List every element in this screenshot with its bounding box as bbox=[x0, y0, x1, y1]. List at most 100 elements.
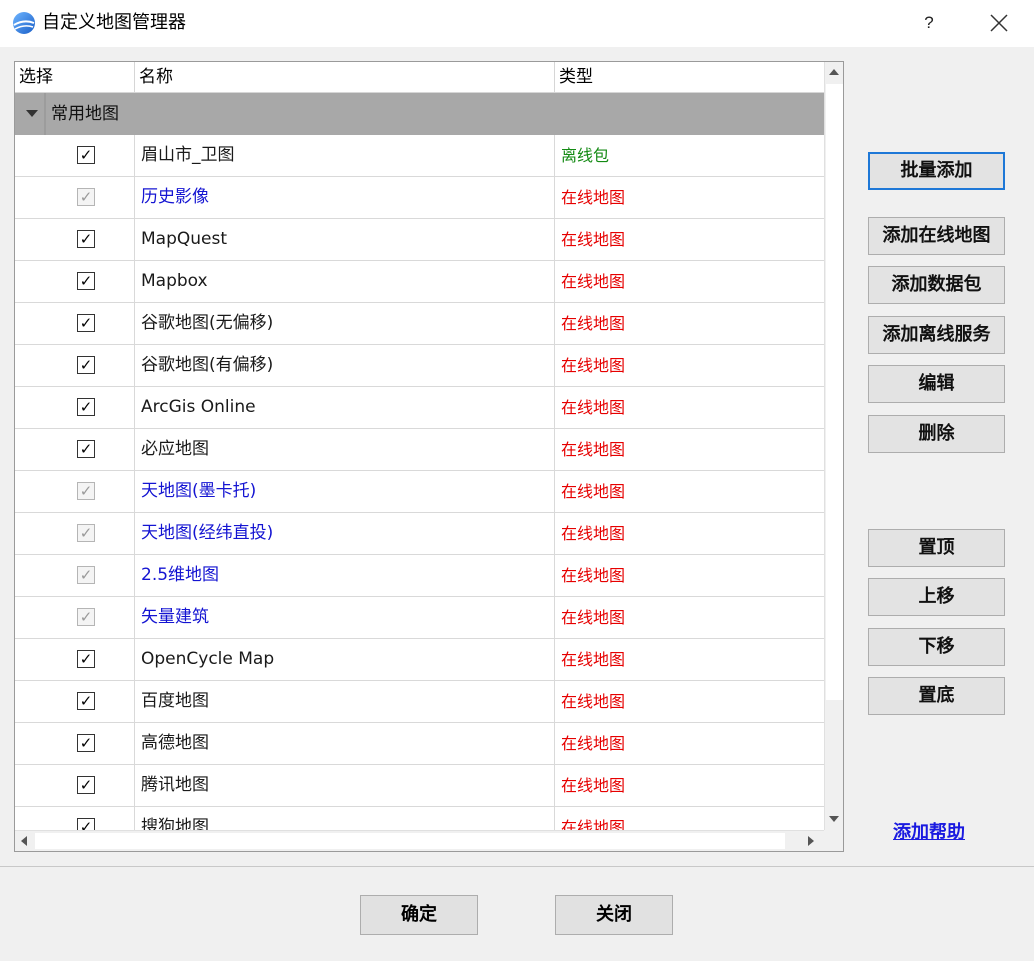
row-checkbox[interactable]: ✓ bbox=[77, 440, 95, 458]
move-up-button[interactable]: 上移 bbox=[868, 578, 1005, 616]
select-cell: ✓ bbox=[15, 303, 135, 344]
select-cell: ✓ bbox=[15, 681, 135, 722]
scroll-right-icon[interactable] bbox=[808, 836, 814, 846]
map-name-cell: OpenCycle Map bbox=[135, 639, 555, 680]
add-help-link[interactable]: 添加帮助 bbox=[893, 818, 965, 844]
table-row[interactable]: ✓ 高德地图 在线地图 bbox=[15, 723, 824, 765]
map-type-cell: 在线地图 bbox=[561, 314, 626, 333]
add-offline-service-button[interactable]: 添加离线服务 bbox=[868, 316, 1005, 354]
move-bottom-button[interactable]: 置底 bbox=[868, 677, 1005, 715]
column-header-select[interactable]: 选择 bbox=[15, 62, 135, 92]
table-row[interactable]: ✓ 天地图(墨卡托) 在线地图 bbox=[15, 471, 824, 513]
expand-triangle-icon[interactable] bbox=[26, 110, 38, 117]
row-checkbox[interactable]: ✓ bbox=[77, 146, 95, 164]
map-name-cell: 腾讯地图 bbox=[135, 765, 555, 806]
row-checkbox: ✓ bbox=[77, 524, 95, 542]
group-label: 常用地图 bbox=[51, 104, 119, 124]
map-name-cell: 谷歌地图(有偏移) bbox=[135, 345, 555, 386]
table-row[interactable]: ✓ 2.5维地图 在线地图 bbox=[15, 555, 824, 597]
row-checkbox[interactable]: ✓ bbox=[77, 272, 95, 290]
horizontal-scroll-thumb[interactable] bbox=[35, 833, 785, 849]
column-header-type[interactable]: 类型 bbox=[555, 62, 824, 92]
row-checkbox[interactable]: ✓ bbox=[77, 734, 95, 752]
map-name-cell: 2.5维地图 bbox=[135, 555, 555, 596]
row-checkbox: ✓ bbox=[77, 482, 95, 500]
add-data-package-button[interactable]: 添加数据包 bbox=[868, 266, 1005, 304]
map-type-cell: 在线地图 bbox=[561, 734, 626, 753]
row-checkbox[interactable]: ✓ bbox=[77, 818, 95, 830]
table-row[interactable]: ✓ 谷歌地图(有偏移) 在线地图 bbox=[15, 345, 824, 387]
horizontal-scrollbar[interactable] bbox=[15, 830, 824, 851]
table-row[interactable]: ✓ 腾讯地图 在线地图 bbox=[15, 765, 824, 807]
map-type-cell: 在线地图 bbox=[561, 524, 626, 543]
row-checkbox[interactable]: ✓ bbox=[77, 776, 95, 794]
row-checkbox[interactable]: ✓ bbox=[77, 398, 95, 416]
batch-add-button[interactable]: 批量添加 bbox=[868, 152, 1005, 190]
column-header-name[interactable]: 名称 bbox=[135, 62, 555, 92]
row-checkbox: ✓ bbox=[77, 188, 95, 206]
table-row[interactable]: ✓ 必应地图 在线地图 bbox=[15, 429, 824, 471]
select-cell: ✓ bbox=[15, 429, 135, 470]
row-checkbox[interactable]: ✓ bbox=[77, 230, 95, 248]
row-checkbox[interactable]: ✓ bbox=[77, 314, 95, 332]
map-type-cell: 在线地图 bbox=[561, 440, 626, 459]
map-name-cell: 搜狗地图 bbox=[135, 807, 555, 830]
map-name-cell: 矢量建筑 bbox=[135, 597, 555, 638]
map-name-cell: ArcGis Online bbox=[135, 387, 555, 428]
map-type-cell: 在线地图 bbox=[561, 482, 626, 501]
map-name-cell: 眉山市_卫图 bbox=[135, 135, 555, 176]
map-type-cell: 在线地图 bbox=[561, 692, 626, 711]
group-row-common-maps[interactable]: 常用地图 bbox=[15, 93, 824, 135]
delete-button[interactable]: 删除 bbox=[868, 415, 1005, 453]
add-online-map-button[interactable]: 添加在线地图 bbox=[868, 217, 1005, 255]
table-row[interactable]: ✓ ArcGis Online 在线地图 bbox=[15, 387, 824, 429]
ok-button[interactable]: 确定 bbox=[360, 895, 478, 935]
table-row[interactable]: ✓ Mapbox 在线地图 bbox=[15, 261, 824, 303]
move-down-button[interactable]: 下移 bbox=[868, 628, 1005, 666]
map-type-cell: 在线地图 bbox=[561, 398, 626, 417]
close-dialog-button[interactable]: 关闭 bbox=[555, 895, 673, 935]
table-row[interactable]: ✓ 百度地图 在线地图 bbox=[15, 681, 824, 723]
select-cell: ✓ bbox=[15, 639, 135, 680]
row-checkbox[interactable]: ✓ bbox=[77, 692, 95, 710]
select-cell: ✓ bbox=[15, 597, 135, 638]
scroll-up-icon[interactable] bbox=[829, 69, 839, 75]
table-row[interactable]: ✓ OpenCycle Map 在线地图 bbox=[15, 639, 824, 681]
map-name-cell: 谷歌地图(无偏移) bbox=[135, 303, 555, 344]
vertical-scrollbar[interactable] bbox=[824, 62, 843, 830]
select-cell: ✓ bbox=[15, 513, 135, 554]
app-globe-icon bbox=[13, 12, 35, 34]
map-type-cell: 在线地图 bbox=[561, 776, 626, 795]
row-checkbox[interactable]: ✓ bbox=[77, 356, 95, 374]
help-button[interactable]: ? bbox=[911, 8, 947, 38]
map-name-cell: 天地图(墨卡托) bbox=[135, 471, 555, 512]
scroll-down-icon[interactable] bbox=[829, 816, 839, 822]
move-top-button[interactable]: 置顶 bbox=[868, 529, 1005, 567]
edit-button[interactable]: 编辑 bbox=[868, 365, 1005, 403]
select-cell: ✓ bbox=[15, 135, 135, 176]
table-row[interactable]: ✓ 矢量建筑 在线地图 bbox=[15, 597, 824, 639]
table-row[interactable]: ✓ MapQuest 在线地图 bbox=[15, 219, 824, 261]
map-name-cell: 天地图(经纬直投) bbox=[135, 513, 555, 554]
scroll-left-icon[interactable] bbox=[21, 836, 27, 846]
table-row[interactable]: ✓ 天地图(经纬直投) 在线地图 bbox=[15, 513, 824, 555]
table-row[interactable]: ✓ 眉山市_卫图 离线包 bbox=[15, 135, 824, 177]
scrollbar-corner bbox=[824, 830, 843, 851]
map-type-cell: 在线地图 bbox=[561, 818, 626, 830]
map-type-cell: 在线地图 bbox=[561, 356, 626, 375]
select-cell: ✓ bbox=[15, 555, 135, 596]
table-row[interactable]: ✓ 历史影像 在线地图 bbox=[15, 177, 824, 219]
table-row[interactable]: ✓ 谷歌地图(无偏移) 在线地图 bbox=[15, 303, 824, 345]
map-type-cell: 在线地图 bbox=[561, 650, 626, 669]
map-type-cell: 在线地图 bbox=[561, 608, 626, 627]
map-type-cell: 在线地图 bbox=[561, 188, 626, 207]
table-row[interactable]: ✓ 搜狗地图 在线地图 bbox=[15, 807, 824, 830]
vertical-scroll-thumb[interactable] bbox=[826, 84, 843, 700]
map-type-cell: 在线地图 bbox=[561, 272, 626, 291]
select-cell: ✓ bbox=[15, 261, 135, 302]
map-type-cell: 在线地图 bbox=[561, 566, 626, 585]
window-title: 自定义地图管理器 bbox=[42, 12, 186, 33]
close-icon[interactable] bbox=[982, 8, 1016, 38]
select-cell: ✓ bbox=[15, 387, 135, 428]
row-checkbox[interactable]: ✓ bbox=[77, 650, 95, 668]
